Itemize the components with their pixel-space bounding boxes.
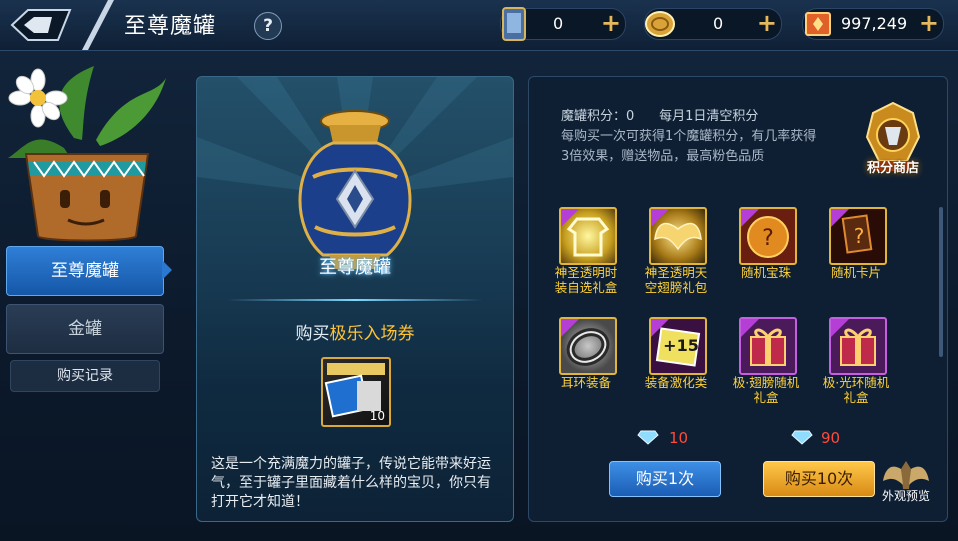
points-shop-label: 积分商店 [866,161,919,176]
rarity-tag [831,209,849,227]
currency-gems: 997,249 + [802,8,944,40]
add-tickets-button[interactable]: + [601,10,621,36]
page-title: 至尊魔罐 [124,14,217,39]
reward-item-name: 随机卡片 [830,265,881,280]
appearance-preview-label[interactable]: 外观预览 [873,487,939,504]
buy-ticket-line: 购买极乐入场券 [197,319,513,344]
buy-once-button[interactable]: 购买1次 [609,461,721,497]
jar-name-label: 至尊魔罐 [319,257,391,278]
ticket-count: 10 [369,409,385,423]
reward-item-name: 神圣透明时装自选礼盒 [554,265,618,295]
coin-icon [645,11,675,37]
gem-scroll-icon [805,12,831,36]
rarity-tag [561,319,579,337]
card-icon: ? [829,207,887,265]
scrollbar[interactable] [939,207,943,357]
coins-count: 0 [713,14,724,33]
flower-pot-mascot-icon [8,66,166,242]
price-ten: 90 [821,429,841,447]
reward-item-name: 随机宝珠 [740,265,791,280]
earring-icon [559,317,617,375]
supreme-jar-icon[interactable] [293,107,417,277]
reward-item-name: 极·翅膀随机礼盒 [732,375,800,405]
currency-tickets: 0 + [500,7,626,41]
diamond-icon [637,430,659,445]
reward-panel: 魔罐积分：0 每月1日清空积分 每购买一次可获得1个魔罐积分，有几率获得3倍效果… [528,76,948,522]
glow-divider [227,299,483,301]
costume-icon [559,207,617,265]
reward-item-name: 耳环装备 [560,375,611,390]
back-button[interactable] [8,6,74,44]
currency-coins: 0 + [644,8,782,40]
purchase-record-button[interactable]: 购买记录 [10,360,160,392]
card-ticket-icon [502,7,526,41]
gift-box-icon [829,317,887,375]
svg-text:?: ? [854,224,865,248]
enhance-icon: +15 [649,317,707,375]
price-once: 10 [669,429,689,447]
tab-gold-jar[interactable]: 金罐 [6,304,164,354]
reward-item-name: 神圣透明天空翅膀礼包 [644,265,708,295]
help-button[interactable]: ? [254,12,282,40]
tab-supreme-jar[interactable]: 至尊魔罐 [6,246,164,296]
divider-slash-icon [82,0,114,50]
reward-item-name: 极·光环随机礼盒 [822,375,890,405]
rarity-tag [561,209,579,227]
rarity-tag [651,319,669,337]
tickets-count: 0 [553,14,564,33]
wings-icon [649,207,707,265]
rarity-tag [651,209,669,227]
reward-item-name: 装备激化类 [644,375,708,390]
rule-text: 每购买一次可获得1个魔罐积分，有几率获得3倍效果，赠送物品，最高粉色品质 [561,129,817,164]
rarity-tag [831,319,849,337]
orb-icon: ? [739,207,797,265]
diamond-icon [791,430,813,445]
ticket-name-highlight: 极乐入场券 [329,324,415,344]
rarity-tag [741,319,759,337]
gems-count: 997,249 [841,14,908,33]
add-gems-button[interactable]: + [919,10,939,36]
active-tab-arrow-icon [162,260,172,280]
reward-grid: 神圣透明时装自选礼盒 神圣透明天空翅膀礼包 ? 随机宝珠 ? 随机卡片 耳环装备… [549,207,937,425]
buy-prefix: 购买 [295,324,330,344]
score-info: 魔罐积分：0 每月1日清空积分 每购买一次可获得1个魔罐积分，有几率获得3倍效果… [561,107,821,167]
score-line: 魔罐积分：0 每月1日清空积分 [561,109,759,124]
jar-description: 这是一个充满魔力的罐子，传说它能带来好运气，至于罐子里面藏着什么样的宝贝，你只有… [211,456,491,510]
add-coins-button[interactable]: + [757,10,777,36]
ticket-item-slot[interactable]: 10 [321,357,391,427]
jar-display-panel: 至尊魔罐 购买极乐入场券 10 这是一个充满魔力的罐子，传说它能带来好运气，至于… [196,76,514,522]
svg-text:+15: +15 [663,336,699,355]
svg-text:?: ? [762,226,774,251]
buy-ten-button[interactable]: 购买10次 [763,461,875,497]
gift-box-icon [739,317,797,375]
rarity-tag [741,209,759,227]
